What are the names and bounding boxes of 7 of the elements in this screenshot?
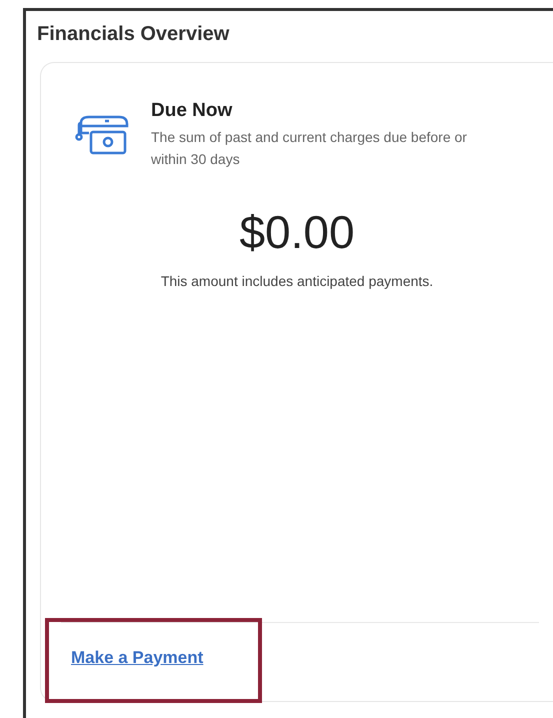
make-payment-link[interactable]: Make a Payment [71,648,204,667]
amount-note: This amount includes anticipated payments. [160,272,434,292]
amount-due: $0.00 [238,205,356,260]
card-heading: Due Now [151,99,234,123]
panel-title: Financials Overview [36,22,230,46]
money-icon [75,115,129,155]
card-description: The sum of past and current charges due before or within 30 days [151,128,468,169]
